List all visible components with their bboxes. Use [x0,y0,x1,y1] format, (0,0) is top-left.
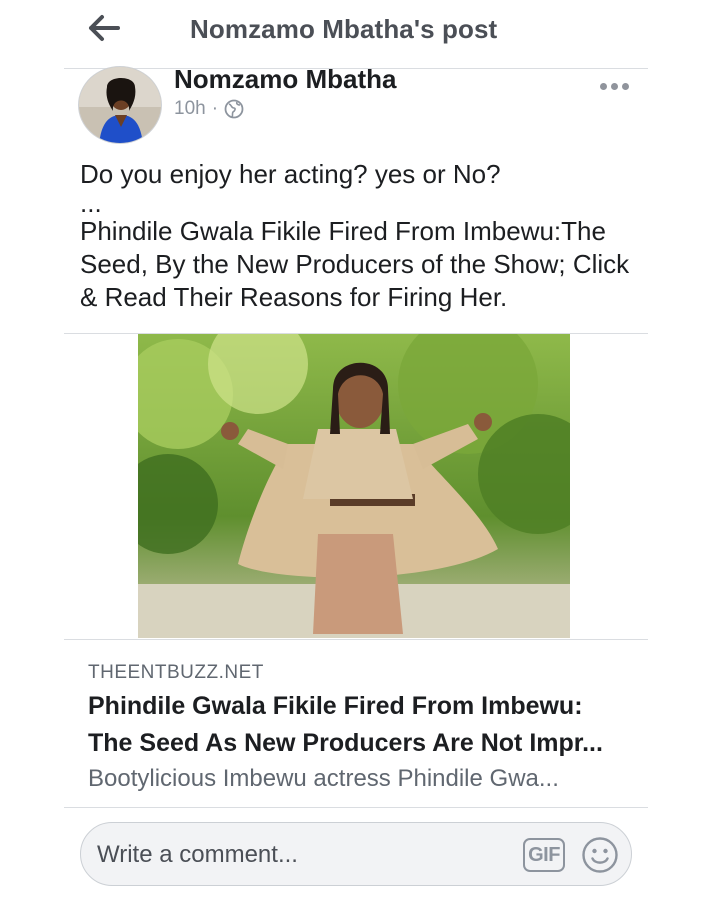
comment-composer[interactable]: GIF [80,822,632,886]
link-preview-image[interactable] [138,334,570,638]
top-bar: Nomzamo Mbatha's post [0,0,720,64]
post-text-headline: Phindile Gwala Fikile Fired From Imbewu:… [80,216,630,312]
gif-button[interactable]: GIF [523,838,565,872]
link-domain: THEENTBUZZ.NET [88,662,264,683]
author-avatar[interactable] [78,66,162,144]
comment-input[interactable] [97,837,517,873]
post-meta: 10h · [174,98,244,120]
post-time[interactable]: 10h [174,98,206,120]
more-options-icon [599,82,607,90]
post-text-question: Do you enjoy her acting? yes or No? [80,159,501,189]
smiley-icon[interactable] [581,836,619,874]
page-title: Nomzamo Mbatha's post [190,14,498,44]
comment-divider [64,807,648,808]
post-text: Do you enjoy her acting? yes or No? ... … [80,158,640,314]
avatar-photo [79,67,161,143]
meta-separator: · [211,98,219,119]
author-name[interactable]: Nomzamo Mbatha [174,64,396,95]
post-text-ellipsis[interactable]: ... [80,190,640,216]
more-options-button[interactable] [594,74,634,98]
back-button[interactable] [84,8,124,48]
link-title-line2: The Seed As New Producers Are Not Impr..… [88,729,603,757]
back-arrow-icon [89,15,120,41]
link-title[interactable]: Phindile Gwala Fikile Fired From Imbewu:… [88,688,633,762]
link-description: Bootylicious Imbewu actress Phindile Gwa… [88,765,559,792]
link-title-line1: Phindile Gwala Fikile Fired From Imbewu: [88,692,583,720]
globe-icon [224,99,244,119]
link-image-bottom-divider [64,639,648,640]
